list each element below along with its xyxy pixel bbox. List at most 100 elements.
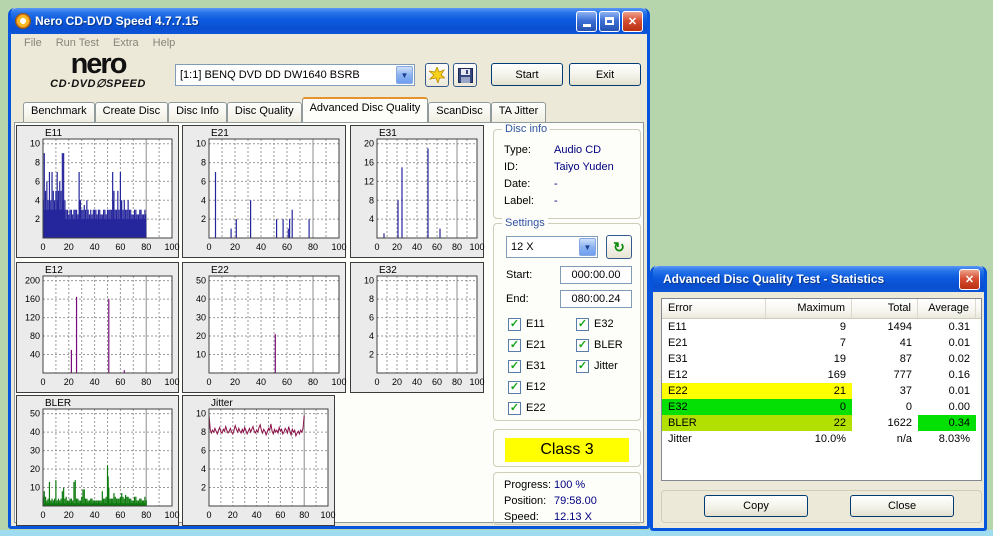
checkbox-bler[interactable]: ✓ xyxy=(576,339,589,352)
tab-create-disc[interactable]: Create Disc xyxy=(95,102,168,122)
table-cell: 1494 xyxy=(852,319,918,335)
copy-button[interactable]: Copy xyxy=(704,495,808,517)
svg-text:80: 80 xyxy=(141,510,151,520)
progress-value: 79:58.00 xyxy=(554,495,630,507)
svg-text:60: 60 xyxy=(115,377,125,387)
table-row[interactable]: E2221370.01 xyxy=(662,383,981,399)
speed-select-value: 12 X xyxy=(507,241,578,253)
refresh-icon: ↻ xyxy=(613,239,625,256)
table-cell: E12 xyxy=(662,367,766,383)
window-title: Nero CD-DVD Speed 4.7.7.15 xyxy=(35,14,576,28)
svg-text:50: 50 xyxy=(196,276,206,286)
save-button[interactable] xyxy=(453,63,477,87)
svg-text:40: 40 xyxy=(90,377,100,387)
svg-text:10: 10 xyxy=(196,350,206,360)
table-row[interactable]: E3119870.02 xyxy=(662,351,981,367)
tab-page-advanced-disc-quality: 246810020406080100E11 246810020406080100… xyxy=(14,122,644,523)
table-row[interactable]: BLER2216220.34 xyxy=(662,415,981,431)
tab-benchmark[interactable]: Benchmark xyxy=(23,102,95,122)
chevron-down-icon[interactable]: ▼ xyxy=(396,66,413,84)
svg-text:60: 60 xyxy=(275,510,285,520)
end-position-field[interactable]: 080:00.24 xyxy=(560,290,632,308)
svg-text:8: 8 xyxy=(201,427,206,437)
svg-text:200: 200 xyxy=(25,276,40,286)
exit-button[interactable]: Exit xyxy=(569,63,641,86)
table-cell: E22 xyxy=(662,383,766,399)
table-row[interactable]: E32000.00 xyxy=(662,399,981,415)
spark-button[interactable] xyxy=(425,63,449,87)
disc-info-row: Date:- xyxy=(504,178,632,192)
table-row[interactable]: E217410.01 xyxy=(662,335,981,351)
tab-advanced-disc-quality[interactable]: Advanced Disc Quality xyxy=(302,97,429,122)
table-cell: E11 xyxy=(662,319,766,335)
chevron-down-icon[interactable]: ▼ xyxy=(579,238,596,256)
progress-label: Speed: xyxy=(504,511,539,523)
svg-text:100: 100 xyxy=(331,377,346,387)
minimize-button[interactable] xyxy=(576,11,597,32)
checkbox-e32[interactable]: ✓ xyxy=(576,318,589,331)
nero-logo: nero CD·DVD∅SPEED xyxy=(23,51,173,90)
speed-select[interactable]: 12 X ▼ xyxy=(506,236,598,258)
dialog-titlebar[interactable]: Advanced Disc Quality Test - Statistics … xyxy=(653,266,984,292)
checkbox-label-bler: BLER xyxy=(594,339,623,351)
menu-help[interactable]: Help xyxy=(146,37,183,49)
tab-scandisc[interactable]: ScanDisc xyxy=(428,102,490,122)
svg-text:10: 10 xyxy=(30,483,40,493)
start-position-field[interactable]: 000:00.00 xyxy=(560,266,632,284)
svg-text:0: 0 xyxy=(206,377,211,387)
disc-info-label: ID: xyxy=(504,161,518,173)
checkbox-e21[interactable]: ✓ xyxy=(508,339,521,352)
checkbox-e12[interactable]: ✓ xyxy=(508,381,521,394)
close-button[interactable]: ✕ xyxy=(622,11,643,32)
main-titlebar[interactable]: Nero CD-DVD Speed 4.7.7.15 ✕ xyxy=(11,8,647,34)
svg-text:80: 80 xyxy=(30,331,40,341)
close-dialog-button[interactable]: Close xyxy=(850,495,954,517)
checkbox-e11[interactable]: ✓ xyxy=(508,318,521,331)
column-header-total[interactable]: Total xyxy=(852,299,918,318)
table-cell: 41 xyxy=(852,335,918,351)
menu-extra[interactable]: Extra xyxy=(106,37,146,49)
svg-text:100: 100 xyxy=(164,377,179,387)
cd-dvd-speed-logo-text: CD·DVD∅SPEED xyxy=(23,77,173,90)
svg-text:40: 40 xyxy=(256,242,266,252)
svg-text:10: 10 xyxy=(364,276,374,286)
svg-text:BLER: BLER xyxy=(45,398,71,409)
column-header-average[interactable]: Average xyxy=(918,299,976,318)
class-group: Class 3 xyxy=(493,429,641,467)
tab-disc-quality[interactable]: Disc Quality xyxy=(227,102,302,122)
svg-text:4: 4 xyxy=(201,195,206,205)
svg-text:E12: E12 xyxy=(45,265,63,276)
column-header-error[interactable]: Error xyxy=(662,299,766,318)
table-row[interactable]: Jitter10.0%n/a8.03% xyxy=(662,431,981,447)
svg-text:10: 10 xyxy=(30,139,40,149)
disc-info-value: Audio CD xyxy=(554,144,601,156)
disc-info-label: Label: xyxy=(504,195,534,207)
maximize-button[interactable] xyxy=(599,11,620,32)
checkbox-e22[interactable]: ✓ xyxy=(508,402,521,415)
menu-run-test[interactable]: Run Test xyxy=(49,37,106,49)
menu-file[interactable]: File xyxy=(17,37,49,49)
table-cell: 19 xyxy=(766,351,852,367)
table-row[interactable]: E121697770.16 xyxy=(662,367,981,383)
checkbox-e31[interactable]: ✓ xyxy=(508,360,521,373)
svg-text:40: 40 xyxy=(252,510,262,520)
table-cell: 87 xyxy=(852,351,918,367)
refresh-button[interactable]: ↻ xyxy=(606,235,632,259)
start-button[interactable]: Start xyxy=(491,63,563,86)
tab-disc-info[interactable]: Disc Info xyxy=(168,102,227,122)
svg-text:60: 60 xyxy=(115,242,125,252)
svg-text:8: 8 xyxy=(369,294,374,304)
svg-text:60: 60 xyxy=(115,510,125,520)
svg-text:40: 40 xyxy=(30,350,40,360)
spark-icon xyxy=(429,67,445,83)
checkbox-label-e21: E21 xyxy=(526,339,546,351)
dialog-close-button[interactable]: ✕ xyxy=(959,269,980,290)
table-row[interactable]: E11914940.31 xyxy=(662,319,981,335)
svg-text:6: 6 xyxy=(369,313,374,323)
column-header-maximum[interactable]: Maximum xyxy=(766,299,852,318)
checkbox-jitter[interactable]: ✓ xyxy=(576,360,589,373)
tab-ta-jitter[interactable]: TA Jitter xyxy=(491,102,547,122)
svg-text:40: 40 xyxy=(30,427,40,437)
drive-select[interactable]: [1:1] BENQ DVD DD DW1640 BSRB ▼ xyxy=(175,64,415,86)
svg-text:8: 8 xyxy=(201,158,206,168)
